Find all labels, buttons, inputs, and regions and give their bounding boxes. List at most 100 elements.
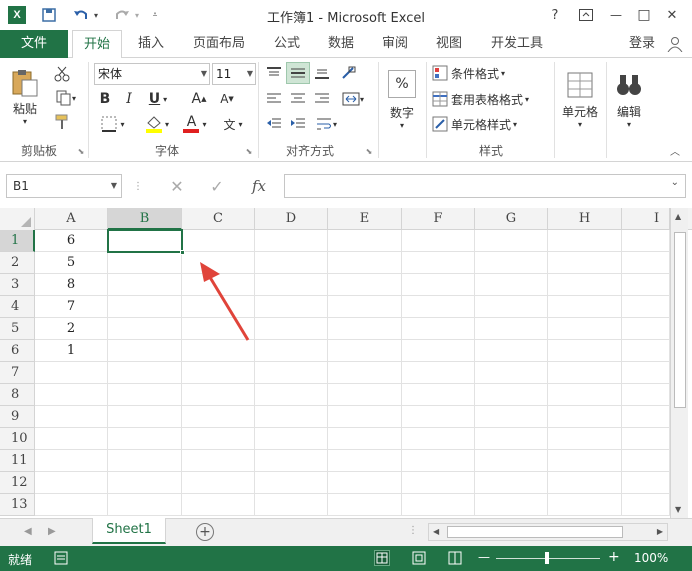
font-launcher-icon[interactable]: ⬊ [244,146,254,156]
cell-h12[interactable] [548,472,622,494]
cell-a7[interactable] [35,362,108,384]
cell-c7[interactable] [182,362,255,384]
cell-g12[interactable] [475,472,548,494]
row-header[interactable]: 9 [0,406,35,428]
cell-h3[interactable] [548,274,622,296]
format-painter-icon[interactable] [52,112,72,132]
cell-a3[interactable]: 8 [35,274,108,296]
cell-i8[interactable] [622,384,670,406]
cell-c8[interactable] [182,384,255,406]
cell-h11[interactable] [548,450,622,472]
alignment-launcher-icon[interactable]: ⬊ [364,146,374,156]
cell-b11[interactable] [108,450,182,472]
sheet-tab-sheet1[interactable]: Sheet1 [92,518,166,544]
cell-c13[interactable] [182,494,255,516]
cell-d10[interactable] [255,428,328,450]
cell-h1[interactable] [548,230,622,252]
borders-button[interactable]: ▾ [96,114,130,134]
row-header[interactable]: 6 [0,340,35,362]
cell-f3[interactable] [402,274,475,296]
cell-h6[interactable] [548,340,622,362]
orientation-icon[interactable] [338,63,360,83]
row-header[interactable]: 11 [0,450,35,472]
cell-i10[interactable] [622,428,670,450]
cell-f4[interactable] [402,296,475,318]
cell-c9[interactable] [182,406,255,428]
editing-button[interactable]: 编辑 ▾ [610,64,648,136]
row-header[interactable]: 1 [0,230,35,252]
cell-a13[interactable] [35,494,108,516]
font-color-button[interactable]: A ▾ [178,114,212,134]
align-bottom-icon[interactable] [312,63,332,83]
column-header-e[interactable]: E [328,208,402,230]
cell-a8[interactable] [35,384,108,406]
macro-record-icon[interactable] [54,551,68,568]
increase-indent-icon[interactable] [288,114,308,134]
zoom-slider[interactable] [496,552,600,564]
column-header-d[interactable]: D [255,208,328,230]
cells-button[interactable]: 单元格 ▾ [558,64,602,136]
zoom-level[interactable]: 100% [634,551,668,565]
decrease-indent-icon[interactable] [264,114,284,134]
cell-e11[interactable] [328,450,402,472]
cell-b6[interactable] [108,340,182,362]
cell-e10[interactable] [328,428,402,450]
name-box[interactable]: B1 ▼ [6,174,122,198]
cell-b7[interactable] [108,362,182,384]
worksheet-grid[interactable]: A B C D E F G H I 1 6 2 5 3 8 4 7 5 2 6 1 7 8 9 10 11 12 1… [0,208,692,518]
tab-developer[interactable]: 开发工具 [480,30,554,58]
row-header[interactable]: 2 [0,252,35,274]
tab-view[interactable]: 视图 [424,30,474,58]
cell-i12[interactable] [622,472,670,494]
cell-e13[interactable] [328,494,402,516]
column-header-g[interactable]: G [475,208,548,230]
cell-i4[interactable] [622,296,670,318]
cell-g3[interactable] [475,274,548,296]
row-header[interactable]: 13 [0,494,35,516]
cell-b10[interactable] [108,428,182,450]
tab-review[interactable]: 审阅 [370,30,420,58]
scroll-thumb[interactable] [674,232,686,408]
fill-handle[interactable] [180,250,185,255]
zoom-out-button[interactable]: — [478,550,490,564]
row-header[interactable]: 10 [0,428,35,450]
cell-a2[interactable]: 5 [35,252,108,274]
cell-i1[interactable] [622,230,670,252]
cell-e4[interactable] [328,296,402,318]
merge-center-button[interactable]: ▾ [338,89,368,109]
page-break-view-icon[interactable] [448,551,462,568]
cell-e9[interactable] [328,406,402,428]
cell-g8[interactable] [475,384,548,406]
formula-input[interactable]: ⌄ [284,174,686,198]
align-top-icon[interactable] [264,63,284,83]
row-header[interactable]: 7 [0,362,35,384]
minimize-icon[interactable]: — [608,6,624,24]
cell-g5[interactable] [475,318,548,340]
hscroll-thumb[interactable] [447,526,623,538]
cell-b8[interactable] [108,384,182,406]
active-cell-selection[interactable] [107,229,185,255]
fill-color-button[interactable]: ▾ [140,114,174,134]
cell-b4[interactable] [108,296,182,318]
clipboard-launcher-icon[interactable]: ⬊ [76,146,86,156]
cell-i13[interactable] [622,494,670,516]
pinyin-button[interactable]: 文 ▾ [218,114,248,134]
cell-i9[interactable] [622,406,670,428]
tab-page-layout[interactable]: 页面布局 [182,30,256,58]
select-all-corner[interactable] [0,208,35,230]
cell-c11[interactable] [182,450,255,472]
underline-button[interactable]: U ▾ [144,89,172,109]
sheet-next-icon[interactable]: ▶ [48,526,56,537]
insert-function-button[interactable]: fx [248,176,270,196]
cell-g2[interactable] [475,252,548,274]
ribbon-display-icon[interactable] [578,6,594,24]
cell-h7[interactable] [548,362,622,384]
column-header-b[interactable]: B [108,208,182,230]
cell-i3[interactable] [622,274,670,296]
cell-f5[interactable] [402,318,475,340]
cell-h10[interactable] [548,428,622,450]
cut-icon[interactable] [52,64,72,84]
cell-g13[interactable] [475,494,548,516]
column-header-c[interactable]: C [182,208,255,230]
cell-f10[interactable] [402,428,475,450]
